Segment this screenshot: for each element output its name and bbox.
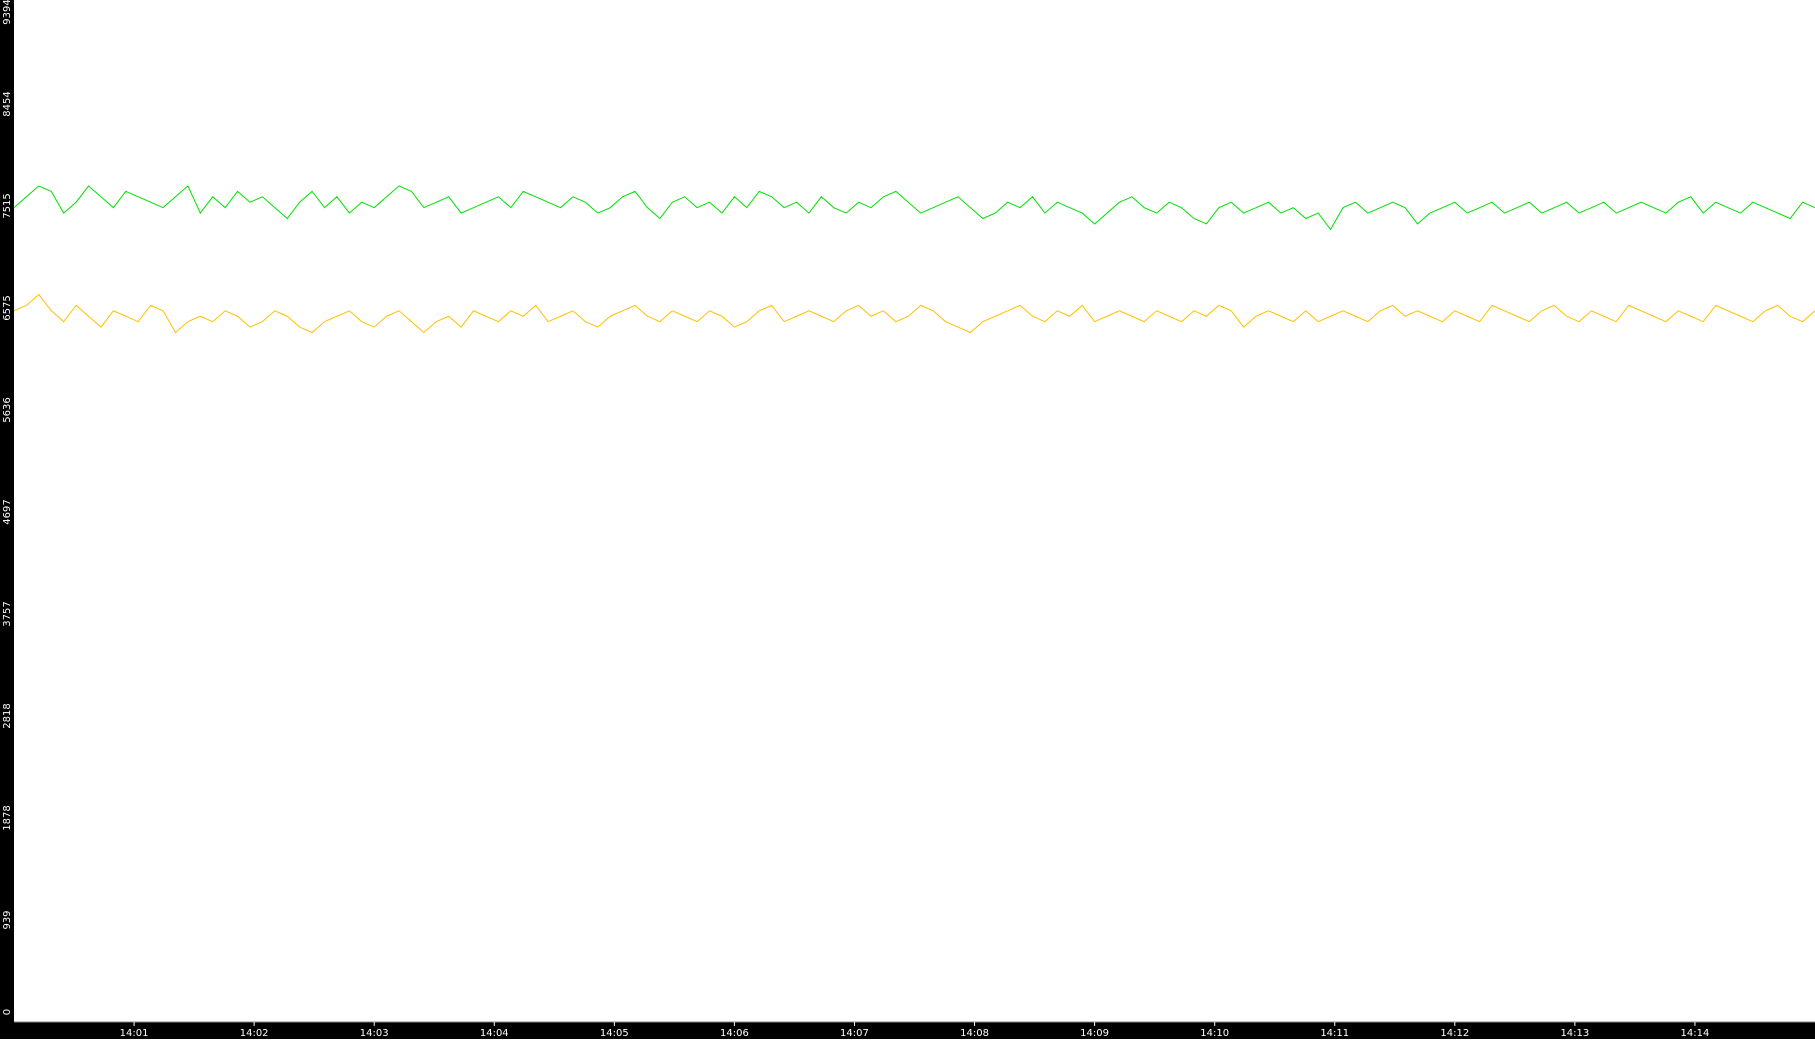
x-tick-label: 14:07 [840, 1028, 869, 1039]
x-tick-label: 14:05 [600, 1028, 629, 1039]
x-tick-label: 14:02 [240, 1028, 269, 1039]
x-tick-label: 14:09 [1080, 1028, 1109, 1039]
line-chart: 14:01 14:02 14:03 14:04 14:05 14:06 14:07 14:08… [0, 0, 1815, 1039]
y-tick-label: 1878 [2, 805, 13, 830]
y-tick-label: 2818 [2, 703, 13, 728]
y-tick-label: 3757 [2, 601, 13, 626]
y-tick-label: 9394 [2, 0, 13, 25]
y-tick-label: 7515 [2, 193, 13, 218]
x-axis-band [0, 1022, 1815, 1039]
y-tick-label: 0 [2, 1009, 13, 1015]
x-tick-label: 14:03 [360, 1028, 389, 1039]
y-tick-label: 5636 [2, 397, 13, 422]
x-tick-label: 14:13 [1560, 1028, 1589, 1039]
y-tick-label: 939 [2, 910, 13, 929]
series-group [13, 185, 1815, 334]
x-tick-label: 14:04 [480, 1028, 509, 1039]
x-tick-label: 14:14 [1681, 1028, 1710, 1039]
y-tick-label: 6575 [2, 295, 13, 320]
y-tick-label: 8454 [2, 91, 13, 116]
x-tick-label: 14:08 [960, 1028, 989, 1039]
y-tick-label: 4697 [2, 499, 13, 524]
series-line-1 [13, 293, 1815, 334]
chart: 14:01 14:02 14:03 14:04 14:05 14:06 14:07 14:08… [0, 0, 1815, 1039]
x-tick-label: 14:12 [1440, 1028, 1469, 1039]
x-tick-label: 14:11 [1320, 1028, 1349, 1039]
x-tick-label: 14:01 [120, 1028, 149, 1039]
x-tick-label: 14:10 [1200, 1028, 1229, 1039]
x-tick-label: 14:06 [720, 1028, 749, 1039]
series-line-0 [13, 185, 1815, 231]
